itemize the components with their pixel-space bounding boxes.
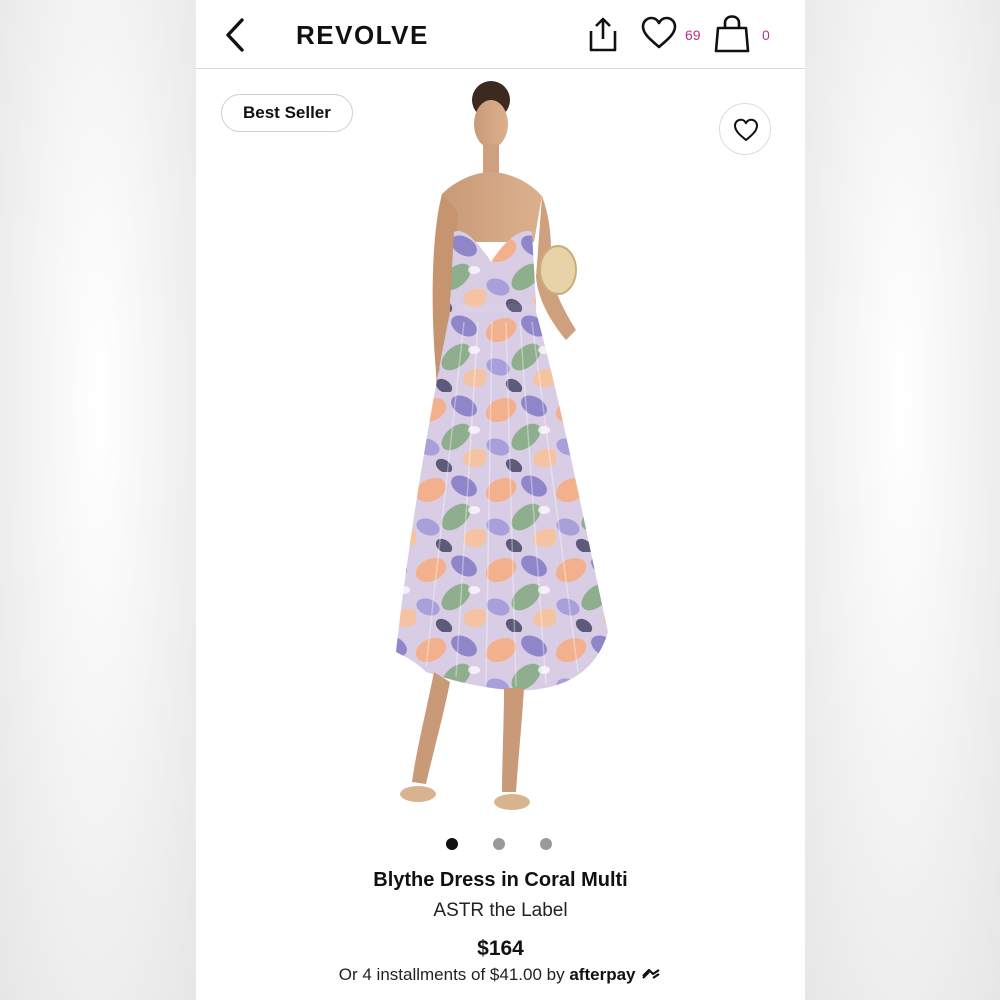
- afterpay-loop-icon: [642, 968, 660, 979]
- installments-info: Or 4 installments of $41.00 by afterpay: [196, 965, 805, 985]
- shopping-bag-icon: [714, 15, 750, 53]
- afterpay-wordmark: afterpay: [569, 965, 636, 984]
- backdrop-right: [804, 0, 1000, 1000]
- brand-logo[interactable]: REVOLVE: [296, 20, 429, 51]
- product-designer-link[interactable]: ASTR the Label: [196, 900, 805, 922]
- heart-icon: [641, 16, 677, 49]
- heart-outline-icon: [734, 118, 758, 141]
- back-button[interactable]: [222, 16, 252, 54]
- carousel-dot-3[interactable]: [540, 838, 552, 850]
- shopping-bag-button[interactable]: [713, 14, 751, 54]
- carousel-dot-1[interactable]: [446, 838, 458, 850]
- best-seller-badge: Best Seller: [221, 94, 353, 132]
- top-nav-bar: REVOLVE 69 0: [196, 0, 805, 69]
- wishlist-button[interactable]: [641, 16, 677, 50]
- product-title: Blythe Dress in Coral Multi: [373, 869, 628, 891]
- wishlist-count: 69: [685, 27, 701, 43]
- share-button[interactable]: [586, 15, 620, 53]
- image-carousel-dots: [446, 838, 566, 852]
- chevron-left-icon: [226, 18, 244, 52]
- product-price: $164: [477, 937, 524, 960]
- carousel-dot-2[interactable]: [493, 838, 505, 850]
- bag-count: 0: [762, 27, 770, 43]
- afterpay-logo[interactable]: afterpay: [569, 965, 662, 984]
- model-illustration: [396, 81, 608, 810]
- product-image[interactable]: [346, 72, 656, 832]
- installments-text: Or 4 installments of $41.00 by: [338, 965, 565, 984]
- favorite-button[interactable]: [719, 103, 771, 155]
- app-screen: REVOLVE 69 0 Best Seller Blythe Dress in…: [196, 0, 805, 1000]
- backdrop-left: [0, 0, 196, 1000]
- share-icon: [589, 17, 617, 52]
